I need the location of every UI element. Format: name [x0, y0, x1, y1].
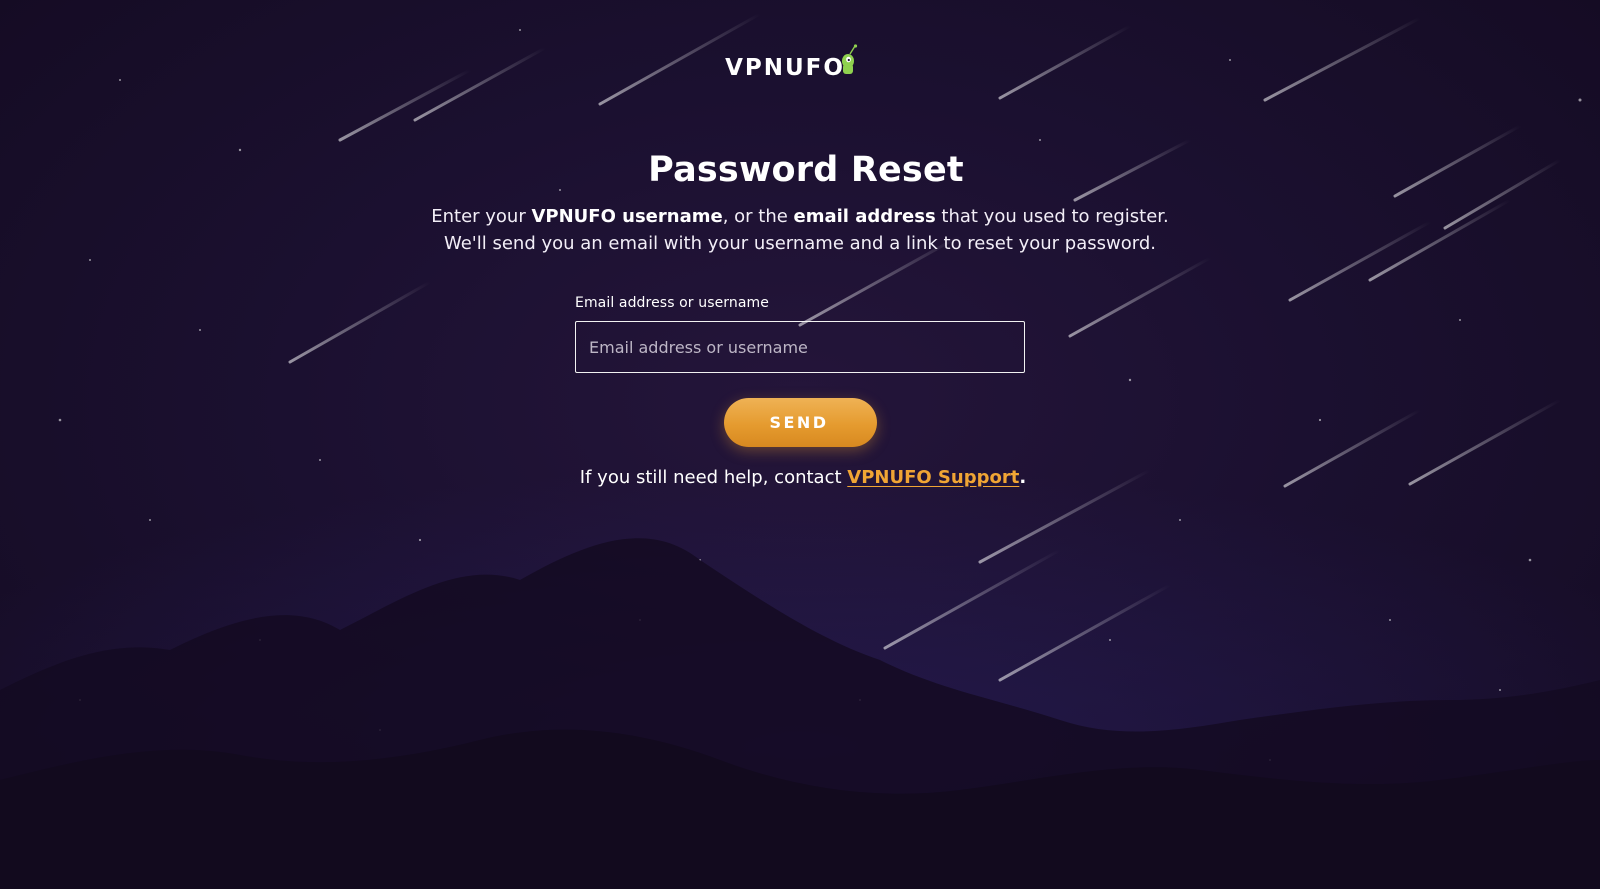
logo-wordmark: VPNUFO — [725, 55, 845, 81]
intro-text: Enter your VPNUFO username, or the email… — [420, 203, 1180, 257]
intro-part-1: Enter your — [431, 206, 532, 227]
help-suffix: . — [1019, 467, 1027, 488]
help-prefix: If you still need help, contact — [579, 467, 848, 488]
page-title: Password Reset — [648, 150, 964, 190]
brand-logo[interactable]: VPNUFO — [0, 44, 1600, 80]
intro-bold-email: email address — [793, 206, 936, 227]
intro-bold-username: VPNUFO username — [531, 206, 723, 227]
send-button[interactable]: SEND — [723, 398, 877, 447]
alien-icon — [841, 44, 858, 74]
password-reset-panel: Password Reset Enter your VPNUFO usernam… — [0, 150, 1600, 506]
send-row: SEND — [575, 398, 1025, 447]
email-or-username-input[interactable] — [575, 321, 1025, 373]
help-text: If you still need help, contact VPNUFO S… — [0, 467, 1600, 488]
reset-form: Email address or username SEND — [575, 295, 1025, 447]
intro-part-2: , or the — [722, 206, 794, 227]
identifier-label: Email address or username — [575, 295, 770, 311]
support-link[interactable]: VPNUFO Support — [847, 467, 1019, 488]
